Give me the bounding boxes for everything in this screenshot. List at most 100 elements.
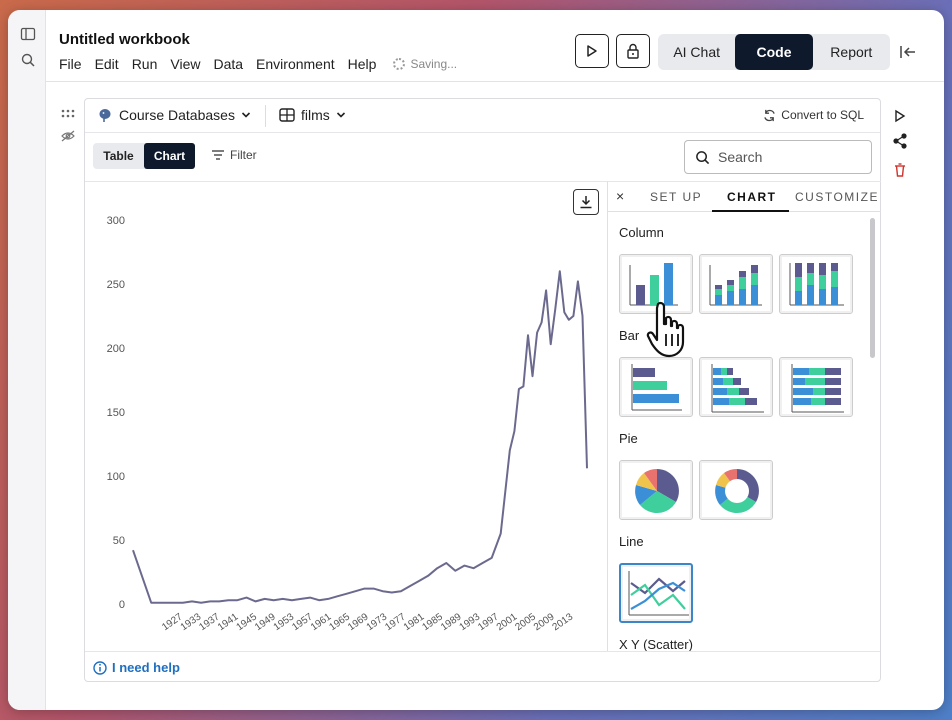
hide-icon (61, 130, 75, 142)
menu-help[interactable]: Help (348, 56, 377, 72)
search-input[interactable]: Search (684, 140, 872, 174)
donut-chart-icon (715, 468, 759, 513)
stacked-column-chart-option[interactable] (699, 254, 773, 314)
y-tick-label: 250 (107, 279, 125, 291)
collapse-panel-icon[interactable] (898, 42, 918, 62)
saving-label: Saving... (410, 57, 458, 71)
line-chart: 0501001502002503001927193319371941194519… (107, 215, 588, 633)
percent-bar-icon (791, 364, 844, 413)
drag-handle-icon (61, 109, 75, 118)
tab-code[interactable]: Code (735, 34, 813, 70)
series-line (132, 270, 588, 604)
tab-setup[interactable]: SET UP (650, 190, 702, 204)
line-chart-icon (628, 571, 689, 616)
cell-actions (893, 109, 907, 177)
percent-bar-chart-option[interactable] (779, 357, 853, 417)
help-link[interactable]: I need help (93, 660, 180, 675)
chart-settings-panel: × SET UP CHART CUSTOMIZE Column Bar Pie … (607, 181, 881, 651)
help-label: I need help (112, 660, 180, 675)
y-tick-label: 300 (107, 215, 125, 227)
lock-button[interactable] (616, 34, 650, 68)
download-icon (580, 196, 592, 209)
play-icon (587, 45, 597, 57)
spinner-icon (393, 58, 406, 70)
left-rail (8, 10, 46, 710)
search-icon[interactable] (20, 52, 36, 68)
menu-data[interactable]: Data (213, 56, 243, 72)
tab-customize[interactable]: CUSTOMIZE (795, 190, 879, 204)
result-toolbar: Table Chart Filter Search (85, 133, 880, 181)
cell-handle[interactable] (60, 106, 76, 166)
table-selector[interactable]: films (279, 107, 346, 123)
menu-bar: File Edit Run View Data Environment Help… (59, 56, 457, 72)
filter-button[interactable]: Filter (211, 148, 257, 162)
refresh-icon (764, 109, 776, 121)
filter-icon (212, 150, 224, 160)
tab-chart[interactable]: CHART (727, 190, 777, 204)
chart-area: 0 50 100 150 200 250 300 1927 1933 1937 1941 1945 19… (85, 181, 607, 651)
convert-label: Convert to SQL (781, 108, 864, 122)
chevron-down-icon (241, 112, 251, 118)
convert-to-sql-button[interactable]: Convert to SQL (763, 108, 864, 122)
run-cell-icon (895, 109, 906, 123)
cell-footer: I need help (85, 651, 880, 682)
toggle-chart[interactable]: Chart (144, 143, 195, 169)
app-window: Untitled workbook File Edit Run View Dat… (8, 10, 944, 710)
sidebar-toggle-icon[interactable] (20, 26, 36, 42)
pie-chart-icon (635, 468, 679, 513)
section-bar: Bar (619, 328, 640, 343)
line-chart-option[interactable] (619, 563, 693, 623)
y-tick-label: 150 (107, 407, 125, 419)
close-panel-button[interactable]: × (616, 188, 624, 204)
panel-tabs: × SET UP CHART CUSTOMIZE (608, 182, 881, 212)
section-pie: Pie (619, 431, 638, 446)
menu-view[interactable]: View (170, 56, 200, 72)
database-name: Course Databases (119, 107, 235, 123)
table-icon (279, 108, 295, 122)
y-tick-label: 0 (119, 599, 125, 611)
tab-report[interactable]: Report (813, 34, 890, 70)
percent-column-chart-option[interactable] (779, 254, 853, 314)
table-name: films (301, 107, 330, 123)
toggle-table[interactable]: Table (93, 143, 144, 169)
saving-status: Saving... (393, 56, 457, 72)
info-icon (93, 660, 107, 675)
lock-icon (627, 43, 639, 59)
view-switcher: AI Chat Code Report (658, 34, 890, 70)
stacked-bar-chart-option[interactable] (699, 357, 773, 417)
database-selector[interactable]: Course Databases (97, 107, 251, 123)
workbook-header: Untitled workbook File Edit Run View Dat… (46, 10, 944, 82)
chevron-down-icon (336, 112, 345, 118)
y-tick-label: 100 (107, 471, 125, 483)
menu-run[interactable]: Run (132, 56, 158, 72)
stacked-bar-icon (711, 364, 764, 413)
download-button[interactable] (573, 189, 599, 215)
run-button[interactable] (575, 34, 609, 68)
y-tick-label: 200 (107, 343, 125, 355)
menu-edit[interactable]: Edit (95, 56, 119, 72)
search-icon (696, 150, 710, 164)
bar-chart-icon (631, 364, 682, 411)
tab-ai-chat[interactable]: AI Chat (658, 34, 735, 70)
table-chart-toggle: Table Chart (93, 143, 195, 169)
section-scatter: X Y (Scatter) (619, 637, 693, 651)
menu-file[interactable]: File (59, 56, 82, 72)
x-tick-label: 2013 (551, 611, 576, 633)
pie-chart-option[interactable] (619, 460, 693, 520)
y-tick-label: 50 (113, 535, 125, 547)
donut-chart-option[interactable] (699, 460, 773, 520)
delete-icon (895, 163, 905, 177)
sql-cell: Course Databases films Convert to SQL Ta… (84, 98, 881, 682)
panel-scrollbar[interactable] (870, 218, 875, 358)
share-icon (893, 133, 907, 149)
section-column: Column (619, 225, 664, 240)
postgres-icon (99, 109, 111, 122)
hand-cursor-icon (646, 301, 685, 358)
divider (265, 105, 266, 127)
bar-chart-option[interactable] (619, 357, 693, 417)
workbook-title[interactable]: Untitled workbook (59, 31, 190, 48)
section-line: Line (619, 534, 644, 549)
menu-environment[interactable]: Environment (256, 56, 335, 72)
cell-toolbar: Course Databases films Convert to SQL (85, 99, 880, 133)
filter-label: Filter (230, 148, 257, 162)
